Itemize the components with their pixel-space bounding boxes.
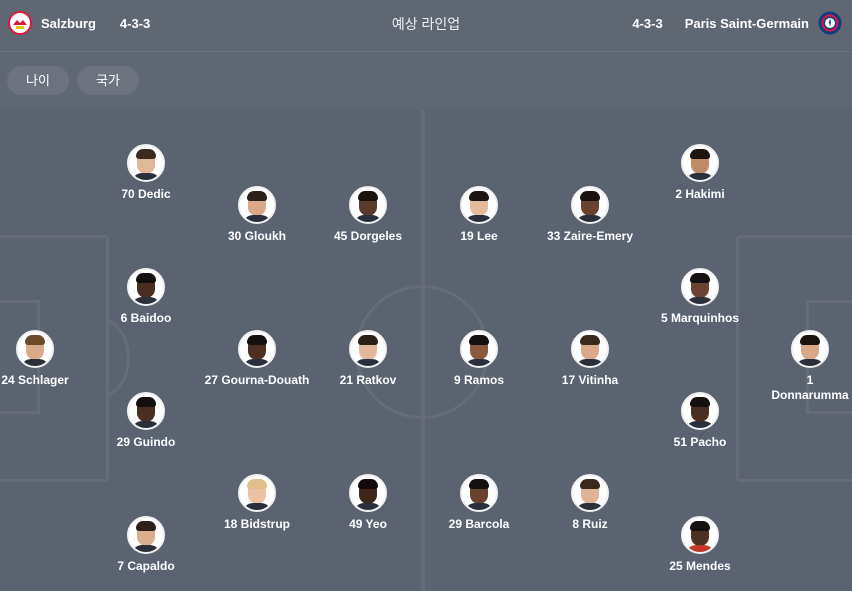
player-name: 5 Marquinhos xyxy=(660,311,739,325)
player-photo xyxy=(238,330,276,368)
player-name: 17 Vitinha xyxy=(561,373,619,387)
country-filter-button[interactable]: 국가 xyxy=(77,66,139,95)
player-photo xyxy=(127,516,165,554)
player-guindo[interactable]: 29 Guindo xyxy=(71,392,221,450)
player-photo xyxy=(349,330,387,368)
player-photo xyxy=(16,330,54,368)
away-formation: 4-3-3 xyxy=(632,15,663,31)
player-hakimi[interactable]: 2 Hakimi xyxy=(625,144,775,202)
away-team[interactable]: 4-3-3 Paris Saint-Germain xyxy=(632,0,842,46)
player-photo xyxy=(460,186,498,224)
player-vitinha[interactable]: 17 Vitinha xyxy=(515,330,665,388)
player-photo xyxy=(127,144,165,182)
player-photo xyxy=(238,186,276,224)
player-name: 51 Pacho xyxy=(673,435,727,449)
age-filter-button[interactable]: 나이 xyxy=(7,66,69,95)
player-photo xyxy=(571,186,609,224)
psg-crest-icon xyxy=(818,11,842,35)
player-photo xyxy=(681,144,719,182)
player-name: 1 Donnarumma xyxy=(771,373,849,402)
pitch: 70 Dedic 30 Gloukh 45 Dorgeles 6 Baidoo … xyxy=(0,110,852,591)
player-capaldo[interactable]: 7 Capaldo xyxy=(71,516,221,574)
player-name: 25 Mendes xyxy=(669,559,731,573)
player-photo xyxy=(460,474,498,512)
player-marquinhos[interactable]: 5 Marquinhos xyxy=(625,268,775,326)
player-photo xyxy=(349,474,387,512)
player-photo xyxy=(460,330,498,368)
player-pacho[interactable]: 51 Pacho xyxy=(625,392,775,450)
player-name: 2 Hakimi xyxy=(675,187,725,201)
filter-bar: 나이 국가 xyxy=(0,52,852,109)
player-photo xyxy=(127,268,165,306)
player-photo xyxy=(681,392,719,430)
match-header: Salzburg 4-3-3 예상 라인업 4-3-3 Paris Saint-… xyxy=(0,0,852,52)
player-name: 6 Baidoo xyxy=(120,311,172,325)
player-mendes[interactable]: 25 Mendes xyxy=(625,516,775,574)
player-photo xyxy=(681,516,719,554)
player-schlager[interactable]: 24 Schlager xyxy=(0,330,110,388)
player-photo xyxy=(571,474,609,512)
away-team-name: Paris Saint-Germain xyxy=(684,15,809,31)
player-donnarumma[interactable]: 1 Donnarumma xyxy=(768,330,852,403)
player-name: 33 Zaire-Emery xyxy=(546,229,634,243)
player-photo xyxy=(791,330,829,368)
player-name: 7 Capaldo xyxy=(117,559,175,573)
player-photo xyxy=(238,474,276,512)
player-photo xyxy=(349,186,387,224)
player-name: 24 Schlager xyxy=(1,373,69,387)
player-photo xyxy=(127,392,165,430)
player-name: 29 Guindo xyxy=(116,435,176,449)
player-baidoo[interactable]: 6 Baidoo xyxy=(71,268,221,326)
player-photo xyxy=(681,268,719,306)
player-photo xyxy=(571,330,609,368)
